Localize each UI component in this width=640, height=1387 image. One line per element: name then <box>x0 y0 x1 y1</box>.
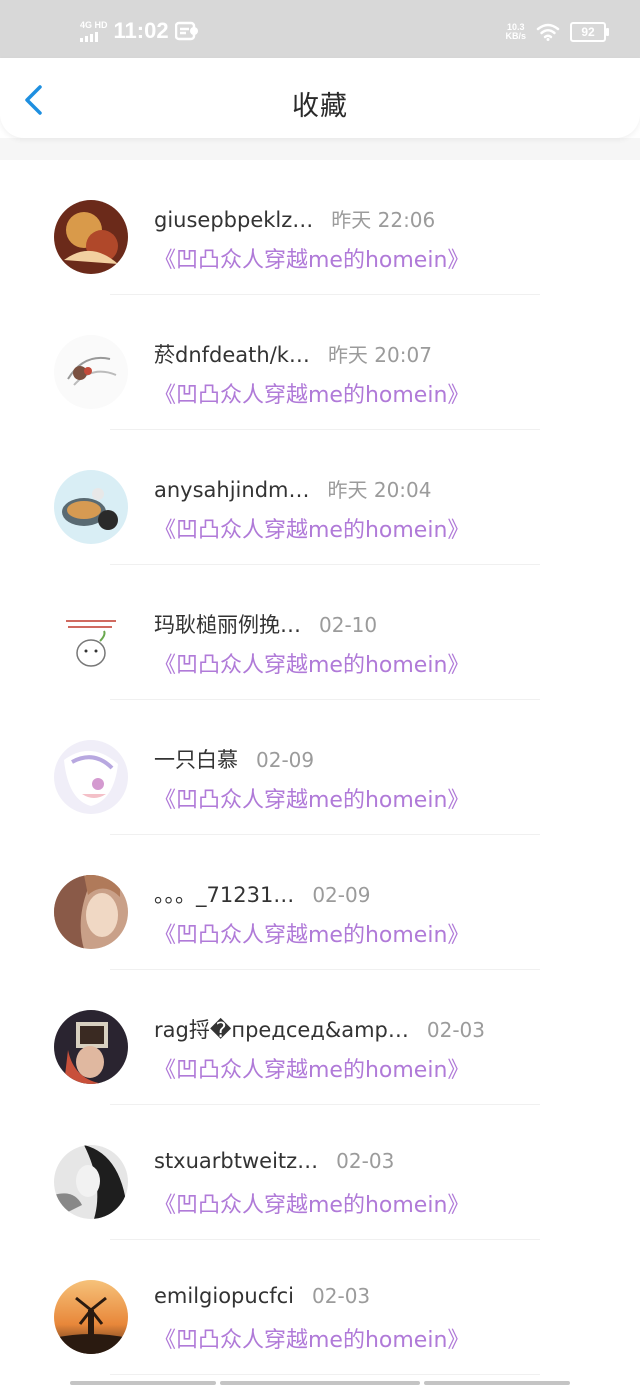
status-bar: 4G HD 11:02 10.3 KB/s 92 <box>0 0 640 58</box>
item-meta: 一只白慕 02-09 <box>154 744 314 774</box>
page-title: 收藏 <box>292 91 348 122</box>
story-title[interactable]: 《凹凸众人穿越me的homein》 <box>154 917 469 949</box>
header-gap <box>0 138 640 160</box>
net-speed-unit: KB/s <box>505 31 526 41</box>
user-name[interactable]: 菸dnfdeath/k… <box>154 339 310 369</box>
avatar[interactable] <box>54 1145 128 1219</box>
list-item[interactable]: 一只白慕 02-09 《凹凸众人穿越me的homein》 <box>0 700 640 835</box>
list-item[interactable]: 玛耿槌丽例挽… 02-10 《凹凸众人穿越me的homein》 <box>0 565 640 700</box>
item-meta: 。。。_71231… 02-09 <box>154 879 370 909</box>
network-label: 4G HD <box>80 19 108 30</box>
timestamp: 02-09 <box>256 748 315 772</box>
list-item[interactable]: anysahjindm… 昨天 20:04 《凹凸众人穿越me的homein》 <box>0 430 640 565</box>
avatar[interactable] <box>54 335 128 409</box>
item-meta: rag捋�председ&amp… 02-03 <box>154 1014 485 1044</box>
story-title[interactable]: 《凹凸众人穿越me的homein》 <box>154 1052 469 1084</box>
item-meta: emilgiopucfci 02-03 <box>154 1284 370 1308</box>
avatar[interactable] <box>54 875 128 949</box>
item-meta: anysahjindm… 昨天 20:04 <box>154 474 432 503</box>
clock: 11:02 <box>113 18 169 43</box>
signal-icon <box>80 31 98 42</box>
avatar[interactable] <box>54 1280 128 1354</box>
avatar[interactable] <box>54 200 128 274</box>
story-title[interactable]: 《凹凸众人穿越me的homein》 <box>154 512 469 544</box>
network-indicator: 4G HD <box>80 19 108 42</box>
timestamp: 02-09 <box>312 883 371 907</box>
battery-level: 92 <box>581 25 595 39</box>
timestamp: 02-03 <box>336 1149 395 1173</box>
timestamp: 昨天 22:06 <box>331 208 436 232</box>
net-speed: 10.3 KB/s <box>505 23 526 41</box>
item-meta: stxuarbtweitz… 02-03 <box>154 1149 394 1173</box>
item-meta: 玛耿槌丽例挽… 02-10 <box>154 609 377 639</box>
timestamp: 昨天 20:04 <box>327 478 432 502</box>
story-title[interactable]: 《凹凸众人穿越me的homein》 <box>154 647 469 679</box>
user-name[interactable]: rag捋�председ&amp… <box>154 1014 409 1044</box>
user-name[interactable]: 。。。_71231… <box>154 879 294 909</box>
avatar[interactable] <box>54 740 128 814</box>
divider <box>110 1374 540 1375</box>
avatar[interactable] <box>54 605 128 679</box>
avatar[interactable] <box>54 470 128 544</box>
list-item[interactable]: 菸dnfdeath/k… 昨天 20:07 《凹凸众人穿越me的homein》 <box>0 295 640 430</box>
user-name[interactable]: 玛耿槌丽例挽… <box>154 609 301 639</box>
user-name[interactable]: emilgiopucfci <box>154 1284 294 1308</box>
avatar[interactable] <box>54 1010 128 1084</box>
story-title[interactable]: 《凹凸众人穿越me的homein》 <box>154 1187 469 1219</box>
timestamp: 02-10 <box>319 613 378 637</box>
user-name[interactable]: anysahjindm… <box>154 478 310 502</box>
user-name[interactable]: giusepbpeklz… <box>154 208 313 232</box>
list-item[interactable]: 。。。_71231… 02-09 《凹凸众人穿越me的homein》 <box>0 835 640 970</box>
list-item[interactable]: emilgiopucfci 02-03 《凹凸众人穿越me的homein》 <box>0 1240 640 1375</box>
header: 收藏 <box>0 58 640 138</box>
list-item[interactable]: stxuarbtweitz… 02-03 《凹凸众人穿越me的homein》 <box>0 1105 640 1240</box>
story-title[interactable]: 《凹凸众人穿越me的homein》 <box>154 782 469 814</box>
item-meta: 菸dnfdeath/k… 昨天 20:07 <box>154 339 432 369</box>
timestamp: 昨天 20:07 <box>327 343 432 367</box>
story-title[interactable]: 《凹凸众人穿越me的homein》 <box>154 377 469 409</box>
status-left: 4G HD 11:02 <box>80 18 199 44</box>
status-right: 10.3 KB/s 92 <box>505 22 609 42</box>
timestamp: 02-03 <box>312 1284 371 1308</box>
battery-icon: 92 <box>570 22 609 42</box>
item-meta: giusepbpeklz… 昨天 22:06 <box>154 204 435 233</box>
timestamp: 02-03 <box>426 1018 486 1042</box>
favorites-list: giusepbpeklz… 昨天 22:06 《凹凸众人穿越me的homein》… <box>0 160 640 1375</box>
user-name[interactable]: stxuarbtweitz… <box>154 1149 318 1173</box>
notification-icon <box>174 21 198 41</box>
list-item[interactable]: giusepbpeklz… 昨天 22:06 《凹凸众人穿越me的homein》 <box>0 160 640 295</box>
wifi-icon <box>536 23 560 41</box>
bottom-indicator <box>70 1381 570 1385</box>
user-name[interactable]: 一只白慕 <box>154 744 238 774</box>
list-item[interactable]: rag捋�председ&amp… 02-03 《凹凸众人穿越me的homein… <box>0 970 640 1105</box>
story-title[interactable]: 《凹凸众人穿越me的homein》 <box>154 1322 469 1354</box>
story-title[interactable]: 《凹凸众人穿越me的homein》 <box>154 242 469 274</box>
